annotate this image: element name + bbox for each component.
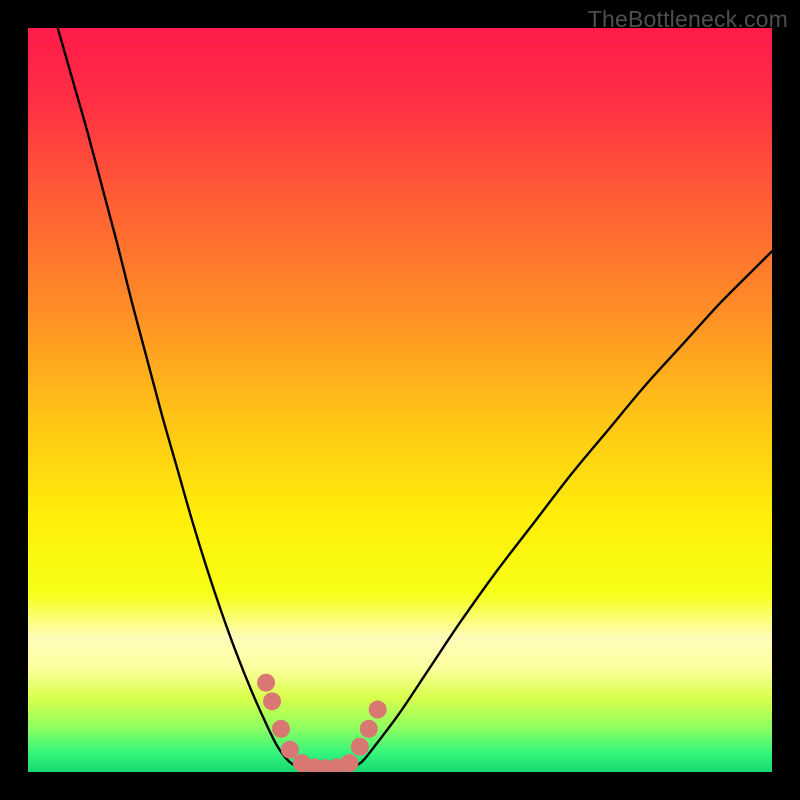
watermark-text: TheBottleneck.com	[588, 6, 788, 33]
left-marker-2	[263, 692, 281, 710]
bottleneck-chart	[28, 28, 772, 772]
outer-frame: TheBottleneck.com	[0, 0, 800, 800]
right-marker-3	[360, 720, 378, 738]
right-marker-4	[369, 701, 387, 719]
gradient-bg	[28, 28, 772, 772]
right-marker-1	[340, 754, 358, 772]
plot-area	[28, 28, 772, 772]
left-marker-1	[257, 674, 275, 692]
right-marker-2	[351, 738, 369, 756]
left-marker-4	[281, 741, 299, 759]
left-marker-3	[272, 720, 290, 738]
